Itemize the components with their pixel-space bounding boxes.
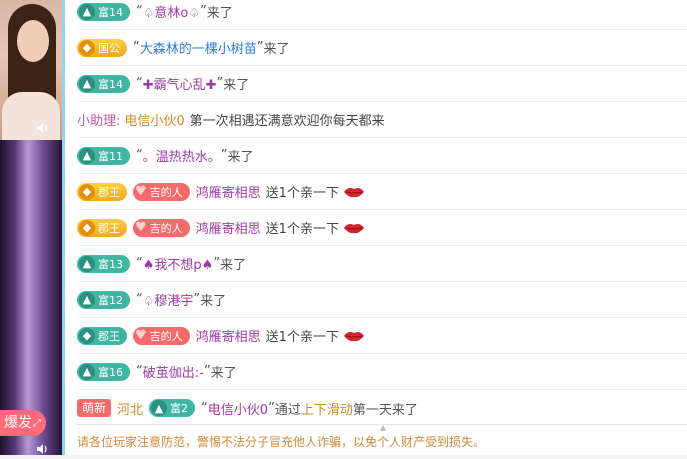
rich-level-badge[interactable]: ▲ 富11	[77, 146, 130, 165]
rich-icon: ▲	[79, 363, 95, 380]
volume-icon[interactable]	[36, 122, 48, 134]
rich-level-badge[interactable]: ▲ 富16	[77, 362, 130, 381]
heart-icon: ♥	[135, 220, 147, 235]
rich-icon: ▲	[79, 291, 95, 308]
user-name[interactable]: ♤意林o♤	[143, 2, 200, 21]
noble-badge[interactable]: ◆ 郡王	[77, 326, 127, 345]
noble-icon: ◆	[79, 183, 95, 200]
lips-gift-icon	[343, 331, 364, 341]
chat-row: ▲ 富14 “✚霸气心乱✚” 来了	[77, 66, 687, 102]
user-name[interactable]: 电信小伙0	[124, 110, 184, 129]
burst-label: 爆发	[4, 415, 32, 431]
gift-message: ◆ 郡王 ♥ 吉的人 鸿雁寄相思 送1个亲一下	[77, 210, 687, 246]
user-name[interactable]: ♤穆港宇	[143, 290, 194, 309]
assistant-message: 小助理: 电信小伙0 第一次相遇还满意欢迎你每天都来	[77, 102, 687, 138]
noble-badge[interactable]: ◆ 郡王	[77, 218, 127, 237]
noble-badge[interactable]: ◆ 郡王	[77, 182, 127, 201]
streamer-body	[2, 92, 60, 140]
gift-text: 送1个亲一下	[265, 222, 339, 237]
rich-icon: ▲	[79, 75, 95, 92]
newcomer-badge[interactable]: 萌新	[77, 399, 112, 417]
assistant-text: 第一次相遇还满意欢迎你每天都来	[189, 114, 385, 129]
user-name[interactable]: 鸿雁寄相思	[196, 218, 261, 237]
entry-method: 上下滑动	[300, 402, 353, 418]
noble-icon: ◆	[79, 327, 95, 344]
user-name[interactable]: 电信小伙0	[208, 399, 268, 418]
rich-icon: ▲	[79, 3, 95, 20]
streamer-face	[17, 20, 49, 62]
rich-level-badge[interactable]: ▲ 富2	[149, 399, 196, 417]
gift-message: ◆ 郡王 ♥ 吉的人 鸿雁寄相思 送1个亲一下	[77, 318, 687, 354]
chat-row: ▲ 富16 “破茧伽出:-” 来了	[77, 354, 687, 390]
rich-icon: ▲	[79, 147, 95, 164]
lips-gift-icon	[343, 223, 364, 233]
assistant-label: 小助理:	[77, 114, 121, 129]
noble-icon: ◆	[79, 39, 95, 56]
gift-text: 送1个亲一下	[265, 330, 339, 345]
noble-badge[interactable]: ◆ 国公	[77, 38, 127, 57]
newcomer-message: 萌新 河北 ▲ 富2 “电信小伙0” 通过 上下滑动 第一天来了	[77, 390, 687, 426]
gift-message: ◆ 郡王 ♥ 吉的人 鸿雁寄相思 送1个亲一下	[77, 174, 687, 210]
video-stream-panel[interactable]: 爆发 ⤢	[0, 0, 62, 455]
user-name[interactable]: 鸿雁寄相思	[196, 326, 261, 345]
chat-row: ▲ 富13 “♠我不想p♠” 来了	[77, 246, 687, 282]
heart-icon: ♥	[135, 184, 147, 199]
secondary-video	[0, 140, 62, 455]
region-label: 河北	[117, 402, 144, 418]
gift-text: 送1个亲一下	[265, 186, 339, 201]
rich-level-badge[interactable]: ▲ 富12	[77, 290, 130, 309]
user-name[interactable]: 。温热热水。	[143, 146, 221, 165]
fan-badge[interactable]: ♥ 吉的人	[133, 218, 190, 237]
noble-icon: ◆	[79, 219, 95, 236]
user-name[interactable]: ✚霸气心乱✚	[143, 74, 217, 93]
user-name[interactable]: 鸿雁寄相思	[196, 182, 261, 201]
rich-level-badge[interactable]: ▲ 富14	[77, 2, 130, 21]
user-name[interactable]: 大森林的一棵小树苗	[140, 38, 257, 57]
rich-level-badge[interactable]: ▲ 富13	[77, 254, 130, 273]
chat-row: ◆ 国公 “大森林的一棵小树苗” 来了	[77, 30, 687, 66]
expand-icon: ⤢	[33, 418, 41, 429]
chat-row: ▲ 富14 “♤意林o♤” 来了	[77, 0, 687, 30]
lips-gift-icon	[343, 187, 364, 197]
chat-message-list[interactable]: ▲ 富14 “♤意林o♤” 来了 ◆ 国公 “大森林的一棵小树苗” 来了 ▲ 富…	[62, 0, 687, 455]
burst-button[interactable]: 爆发 ⤢	[0, 410, 46, 436]
security-notice: 请各位玩家注意防范，警惕不法分子冒充他人诈骗，以免个人财产受到损失。	[77, 424, 687, 455]
chat-row: ▲ 富11 “。温热热水。” 来了	[77, 138, 687, 174]
chat-row: ▲ 富12 “♤穆港宇” 来了	[77, 282, 687, 318]
rich-icon: ▲	[79, 255, 95, 272]
rich-level-badge[interactable]: ▲ 富14	[77, 74, 130, 93]
volume-icon[interactable]	[36, 443, 48, 455]
fan-badge[interactable]: ♥ 吉的人	[133, 182, 190, 201]
fan-badge[interactable]: ♥ 吉的人	[133, 326, 190, 345]
user-name[interactable]: ♠我不想p♠	[143, 254, 214, 273]
rich-icon: ▲	[151, 400, 168, 416]
user-name[interactable]: 破茧伽出:-	[143, 362, 204, 381]
streamer-camera	[0, 0, 62, 140]
heart-icon: ♥	[135, 328, 147, 343]
